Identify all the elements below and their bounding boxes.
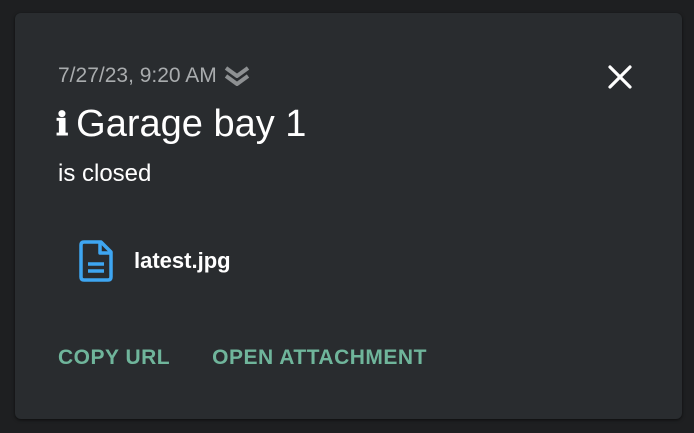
info-icon: ℹ bbox=[56, 105, 69, 143]
open-attachment-button[interactable]: OPEN ATTACHMENT bbox=[212, 343, 427, 373]
notification-meta: 7/27/23, 9:20 AM bbox=[58, 63, 253, 89]
notification-card: 7/27/23, 9:20 AM ℹ Garage bay 1 is close… bbox=[15, 13, 682, 419]
close-icon[interactable] bbox=[605, 62, 635, 92]
notification-actions: COPY URL OPEN ATTACHMENT bbox=[58, 343, 427, 373]
double-chevron-down-icon[interactable] bbox=[223, 63, 253, 89]
attachment-name: latest.jpg bbox=[134, 248, 231, 273]
copy-url-button[interactable]: COPY URL bbox=[58, 343, 170, 373]
attachment-item[interactable]: latest.jpg bbox=[78, 239, 231, 283]
notification-title-row: ℹ Garage bay 1 bbox=[56, 101, 306, 147]
notification-timestamp: 7/27/23, 9:20 AM bbox=[58, 64, 217, 87]
file-document-icon bbox=[78, 239, 114, 283]
notification-message: is closed bbox=[58, 160, 152, 187]
notification-title: Garage bay 1 bbox=[76, 103, 307, 145]
